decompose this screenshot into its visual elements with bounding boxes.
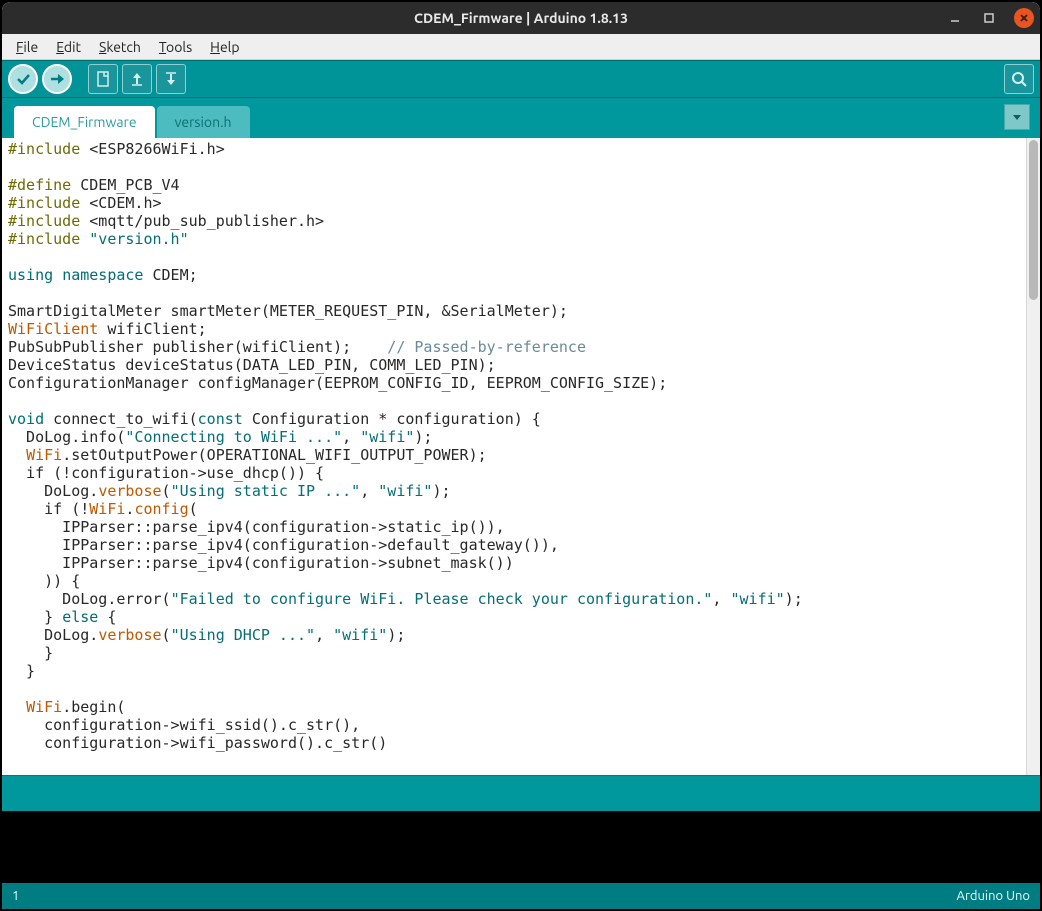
vertical-scrollbar[interactable] bbox=[1026, 138, 1040, 775]
minimize-button[interactable] bbox=[946, 9, 964, 27]
code-editor[interactable]: #include <ESP8266WiFi.h> #define CDEM_PC… bbox=[2, 138, 1026, 775]
menubar: File Edit Sketch Tools Help bbox=[2, 34, 1040, 60]
verify-button[interactable] bbox=[8, 64, 38, 94]
titlebar: CDEM_Firmware | Arduino 1.8.13 bbox=[2, 2, 1040, 34]
tab-label: CDEM_Firmware bbox=[32, 114, 137, 130]
open-button[interactable] bbox=[122, 64, 152, 94]
save-button[interactable] bbox=[156, 64, 186, 94]
tab-cdem-firmware[interactable]: CDEM_Firmware bbox=[14, 106, 155, 138]
maximize-button[interactable] bbox=[980, 9, 998, 27]
app-window: CDEM_Firmware | Arduino 1.8.13 File Edit… bbox=[0, 0, 1042, 911]
statusbar: 1 Arduino Uno bbox=[2, 883, 1040, 909]
scroll-thumb[interactable] bbox=[1029, 140, 1038, 300]
close-button[interactable] bbox=[1014, 8, 1034, 28]
chevron-down-icon bbox=[1011, 111, 1023, 123]
status-board: Arduino Uno bbox=[957, 889, 1030, 903]
editor-area: #include <ESP8266WiFi.h> #define CDEM_PC… bbox=[2, 138, 1040, 775]
status-line-number: 1 bbox=[12, 889, 19, 903]
tab-label: version.h bbox=[175, 114, 232, 130]
upload-button[interactable] bbox=[42, 64, 72, 94]
menu-help[interactable]: Help bbox=[204, 37, 245, 57]
menu-file[interactable]: File bbox=[10, 37, 44, 57]
tabbar: CDEM_Firmware version.h bbox=[2, 98, 1040, 138]
menu-edit[interactable]: Edit bbox=[50, 37, 87, 57]
tab-version-h[interactable]: version.h bbox=[157, 106, 250, 138]
menu-sketch[interactable]: Sketch bbox=[93, 37, 147, 57]
window-controls bbox=[946, 2, 1034, 34]
tab-menu-button[interactable] bbox=[1004, 104, 1030, 130]
message-area bbox=[2, 775, 1040, 811]
toolbar bbox=[2, 60, 1040, 98]
menu-tools[interactable]: Tools bbox=[153, 37, 198, 57]
window-title: CDEM_Firmware | Arduino 1.8.13 bbox=[414, 10, 628, 26]
output-console[interactable] bbox=[2, 811, 1040, 883]
serial-monitor-button[interactable] bbox=[1004, 64, 1034, 94]
new-button[interactable] bbox=[88, 64, 118, 94]
